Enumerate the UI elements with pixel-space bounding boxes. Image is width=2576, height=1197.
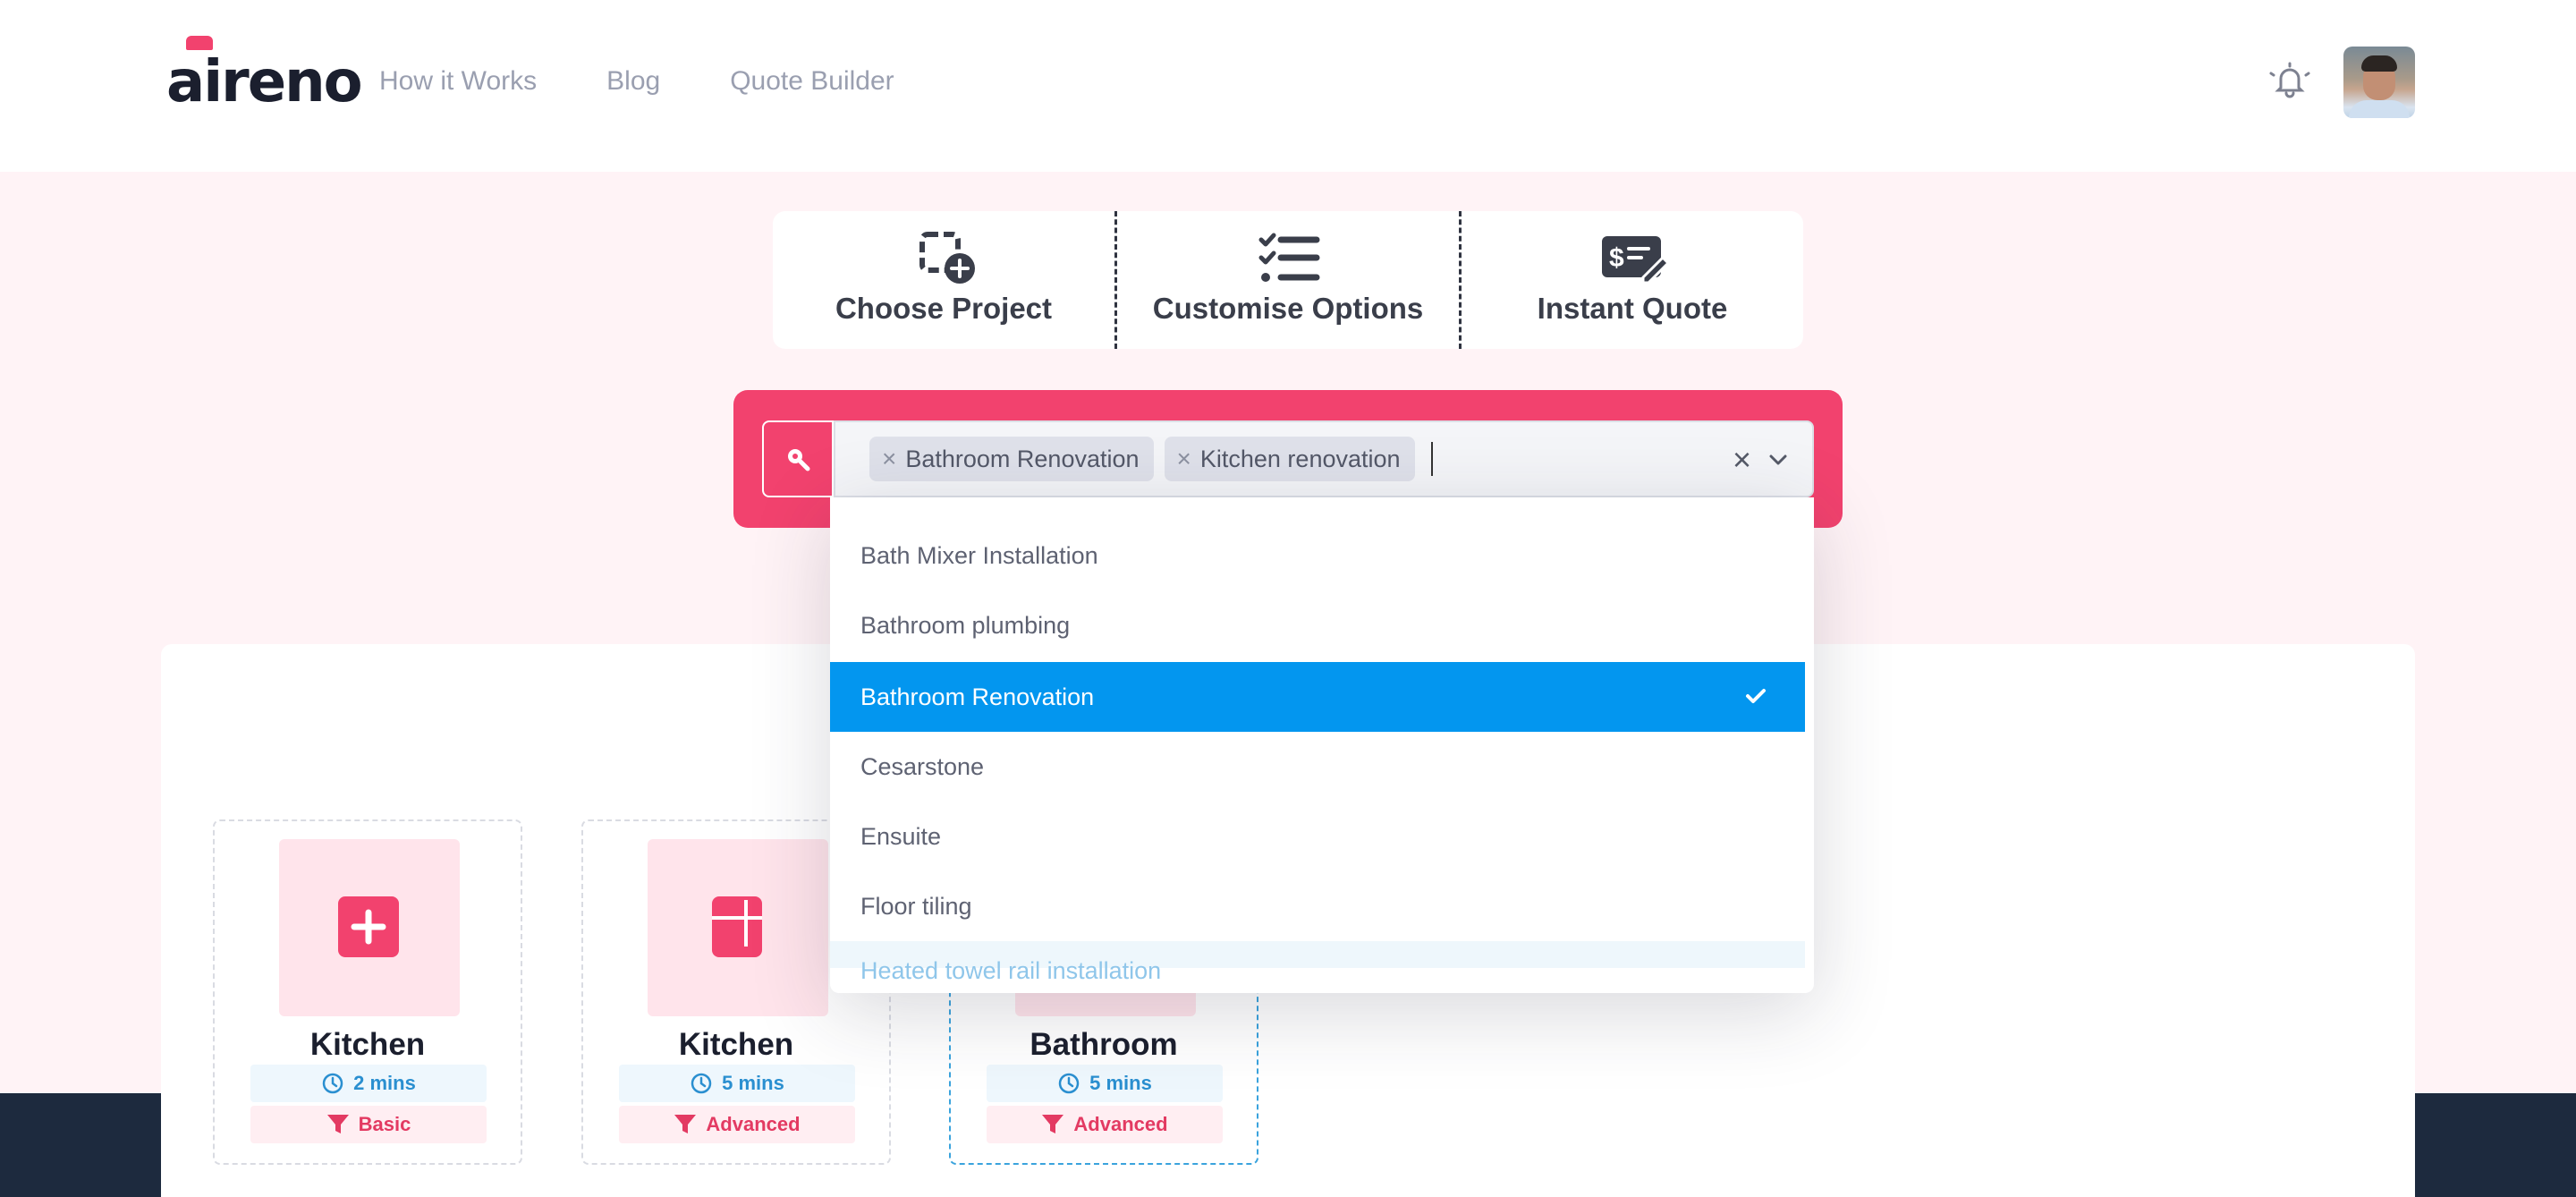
- chip-label: Kitchen renovation: [1199, 445, 1401, 472]
- nav-how-it-works[interactable]: How it Works: [379, 63, 537, 100]
- main-nav: How it Works Blog Quote Builder: [379, 63, 894, 100]
- step-label: Choose Project: [835, 292, 1053, 325]
- svg-text:$: $: [1609, 243, 1624, 273]
- checklist-icon: [1258, 233, 1320, 282]
- project-level: Basic: [250, 1106, 487, 1143]
- funnel-icon: [326, 1115, 349, 1133]
- timer-icon: [322, 1073, 343, 1094]
- logo-hat-icon: [186, 36, 213, 50]
- project-duration: 2 mins: [250, 1065, 487, 1102]
- add-square-dashed-icon: [919, 232, 975, 284]
- step-label: Instant Quote: [1537, 292, 1728, 325]
- project-title: Kitchen: [678, 1027, 794, 1062]
- notification-bell-icon[interactable]: [2268, 59, 2311, 102]
- project-card[interactable]: Kitchen 2 mins Basic: [213, 819, 522, 1165]
- check-icon: [1746, 689, 1766, 703]
- project-duration: 5 mins: [987, 1065, 1223, 1102]
- project-duration: 5 mins: [619, 1065, 855, 1102]
- step-customise-options[interactable]: Customise Options: [1114, 211, 1459, 349]
- dropdown-option[interactable]: Bathroom plumbing: [830, 590, 1805, 660]
- progress-steps: Choose Project Customise Options $ Insta…: [773, 211, 1803, 349]
- selected-chip: × Kitchen renovation: [1164, 437, 1415, 481]
- step-label: Customise Options: [1152, 292, 1424, 325]
- project-multiselect[interactable]: × Bathroom Renovation × Kitchen renovati…: [834, 420, 1814, 497]
- project-thumbnail: [648, 839, 828, 1016]
- funnel-icon: [1042, 1115, 1064, 1133]
- remove-chip-icon[interactable]: ×: [882, 445, 896, 473]
- funnel-icon: [674, 1115, 697, 1133]
- search-button[interactable]: [762, 420, 834, 497]
- plus-square-icon: [338, 896, 399, 957]
- selected-chip: × Bathroom Renovation: [869, 437, 1154, 481]
- text-caret: [1430, 442, 1433, 476]
- project-level: Advanced: [987, 1106, 1223, 1143]
- remove-chip-icon[interactable]: ×: [1177, 445, 1191, 473]
- project-dropdown-menu[interactable]: Bath Mixer Installation Bathroom plumbin…: [830, 497, 1814, 993]
- quote-edit-icon: $: [1602, 236, 1668, 284]
- dropdown-option[interactable]: Floor tiling: [830, 871, 1805, 941]
- nav-quote-builder[interactable]: Quote Builder: [730, 63, 894, 100]
- project-title: Bathroom: [1030, 1027, 1178, 1062]
- step-choose-project[interactable]: Choose Project: [773, 211, 1114, 349]
- fridge-icon: [712, 896, 762, 957]
- site-header: aireno How it Works Blog Quote Builder: [0, 0, 2576, 172]
- dropdown-option[interactable]: Heated towel rail installation: [830, 941, 1805, 984]
- clear-all-icon[interactable]: ×: [1733, 442, 1751, 478]
- dropdown-option[interactable]: Cesarstone: [830, 732, 1805, 802]
- chevron-down-icon[interactable]: [1764, 446, 1792, 474]
- project-level: Advanced: [619, 1106, 855, 1143]
- project-title: Kitchen: [309, 1027, 426, 1062]
- dropdown-option[interactable]: Bath Mixer Installation: [830, 521, 1805, 590]
- project-thumbnail: [279, 839, 460, 1016]
- logo[interactable]: aireno: [166, 36, 363, 118]
- timer-icon: [1058, 1073, 1080, 1094]
- logo-text: aireno: [166, 49, 363, 115]
- user-avatar[interactable]: [2343, 47, 2415, 118]
- step-instant-quote[interactable]: $ Instant Quote: [1459, 211, 1803, 349]
- dropdown-option-selected[interactable]: Bathroom Renovation: [830, 662, 1805, 732]
- dropdown-option[interactable]: Ensuite: [830, 802, 1805, 871]
- timer-icon: [691, 1073, 712, 1094]
- search-icon: [788, 449, 810, 471]
- chip-label: Bathroom Renovation: [905, 445, 1140, 472]
- nav-blog[interactable]: Blog: [606, 63, 660, 100]
